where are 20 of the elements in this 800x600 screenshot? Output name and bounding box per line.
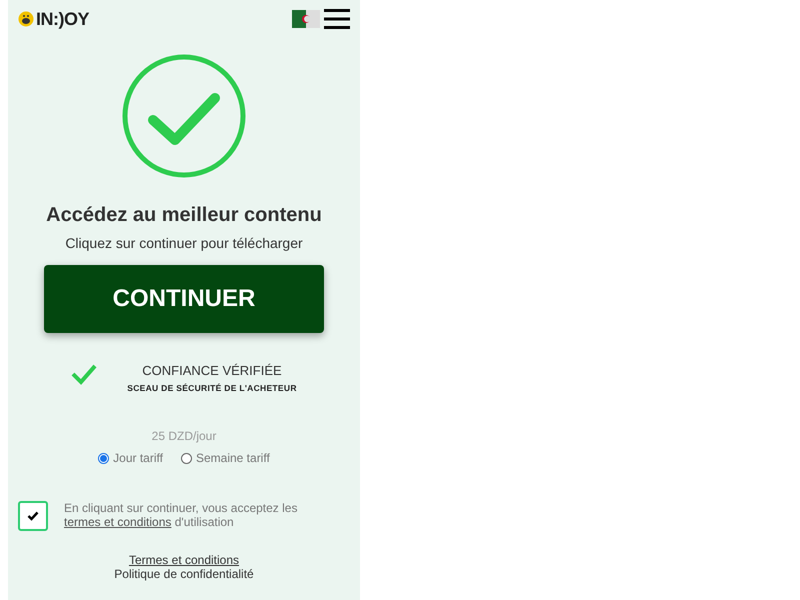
tariff-radio[interactable]: Jour tariff: [98, 451, 163, 465]
check-icon: [71, 363, 98, 385]
logo-text: IN:)OY: [36, 8, 89, 30]
smiley-icon: [18, 11, 34, 27]
consent-checkbox[interactable]: [18, 501, 48, 531]
price-text: 25 DZD/jour: [152, 429, 216, 443]
trust-subtitle: SCEAU DE SÉCURITÉ DE L'ACHETEUR: [127, 383, 297, 393]
tariff-radio[interactable]: Semaine tariff: [180, 451, 270, 465]
footer-link[interactable]: Termes et conditions: [128, 553, 240, 567]
headline: Accédez au meilleur contenu: [46, 204, 322, 227]
footer-link[interactable]: Politique de confidentialité: [114, 567, 254, 581]
subtitle: Cliquez sur continuer pour télécharger: [65, 235, 303, 251]
success-check-icon: [122, 54, 246, 178]
trust-title: CONFIANCE VÉRIFIÉE: [142, 363, 282, 378]
continue-button[interactable]: CONTINUER: [44, 265, 324, 333]
consent-text: En cliquant sur continuer, vous acceptez les termes et conditions d'utilisation: [64, 501, 298, 529]
terms-link[interactable]: termes et conditions: [64, 515, 172, 529]
menu-icon[interactable]: [324, 9, 350, 29]
check-icon: [27, 511, 39, 521]
flag-icon: [292, 10, 320, 28]
